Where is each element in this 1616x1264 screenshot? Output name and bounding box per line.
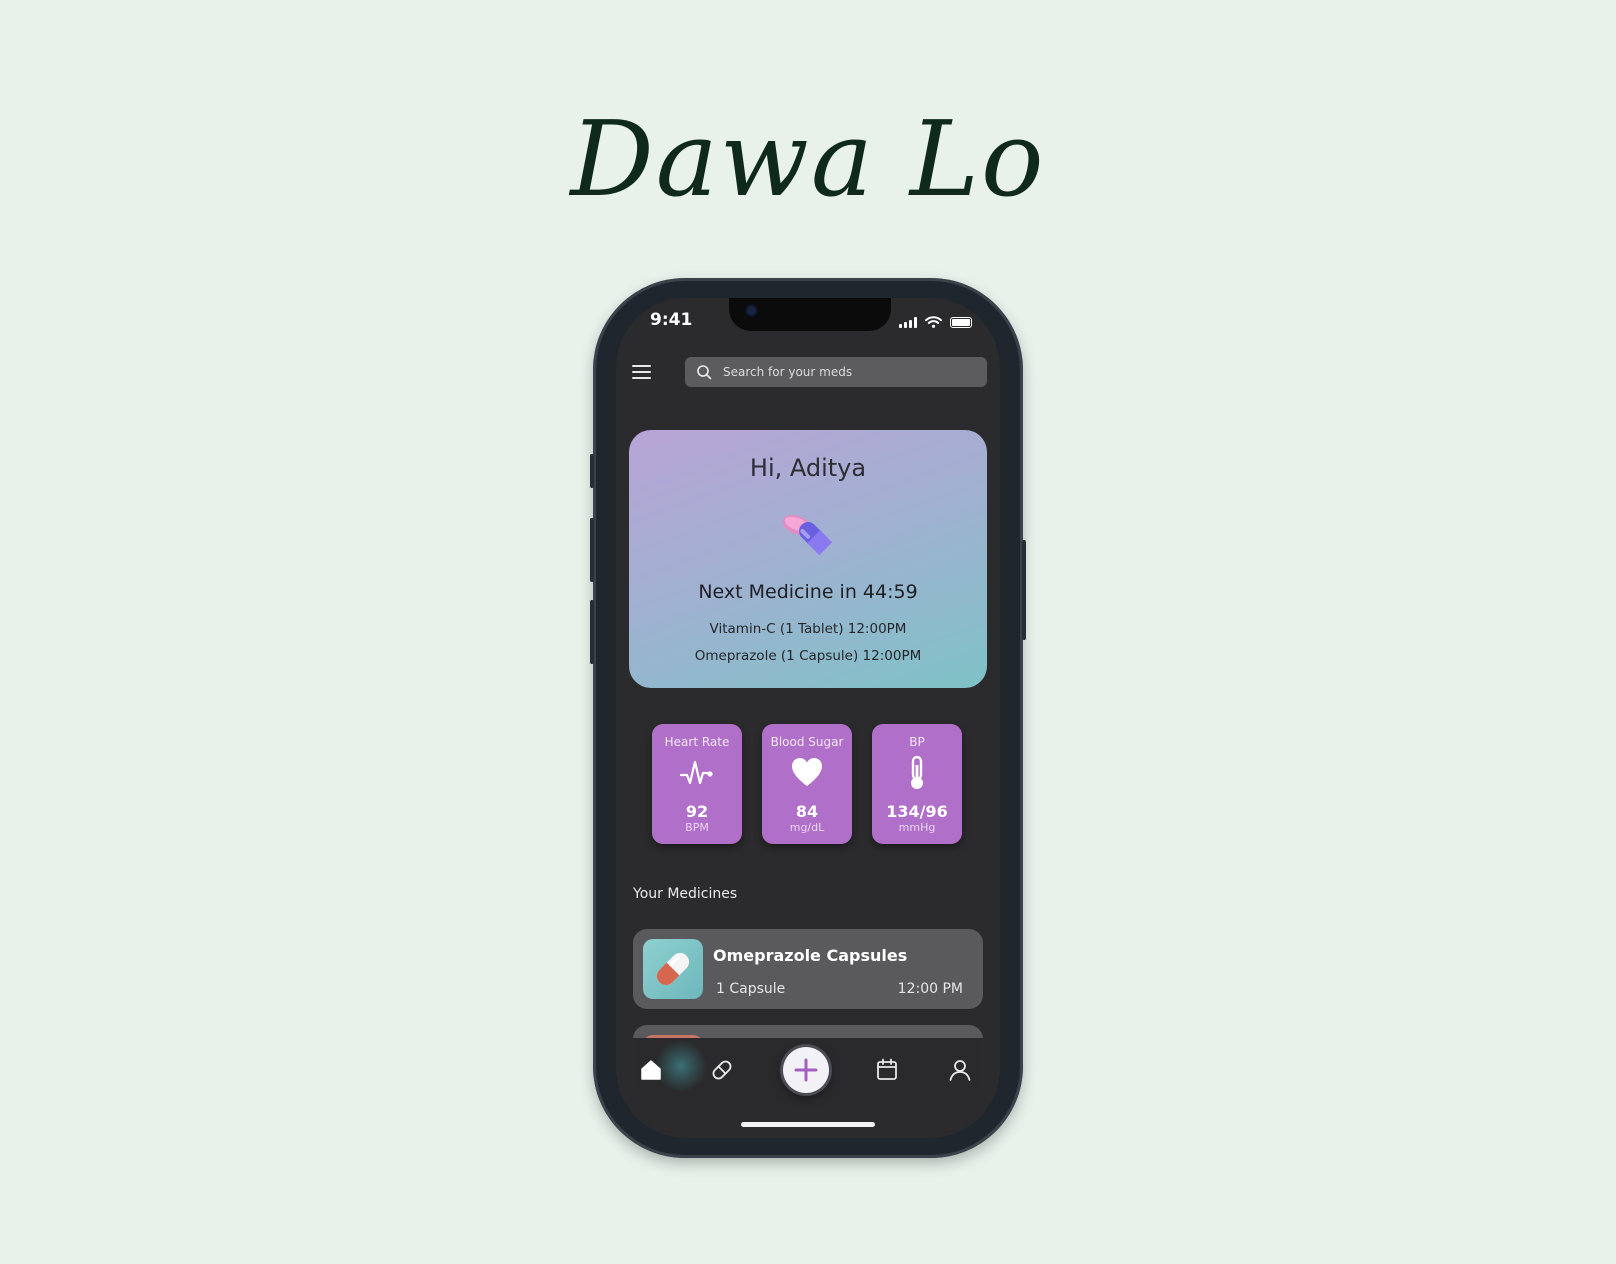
thermometer-icon bbox=[911, 756, 923, 789]
volume-down-button bbox=[590, 600, 594, 664]
wifi-icon bbox=[925, 316, 942, 328]
vital-title: Heart Rate bbox=[664, 735, 730, 749]
vital-title: BP bbox=[909, 735, 925, 749]
vital-unit: BPM bbox=[685, 821, 709, 834]
heart-icon bbox=[792, 758, 822, 786]
status-icons bbox=[899, 316, 972, 328]
battery-icon bbox=[950, 317, 972, 328]
greeting: Hi, Aditya bbox=[749, 454, 867, 482]
home-indicator[interactable] bbox=[741, 1122, 875, 1127]
profile-icon[interactable] bbox=[946, 1056, 974, 1084]
section-title-your-medicines: Your Medicines bbox=[633, 886, 738, 902]
hamburger-menu-icon[interactable] bbox=[632, 365, 651, 381]
phone-frame: 9:41 Hi, Aditya bbox=[590, 278, 1026, 1158]
phone-screen: 9:41 Hi, Aditya bbox=[616, 298, 1000, 1138]
mute-switch bbox=[590, 454, 594, 488]
upcoming-medicine: Vitamin-C (1 Tablet) 12:00PM bbox=[709, 621, 907, 637]
notch bbox=[729, 298, 891, 331]
pill-icon[interactable] bbox=[708, 1056, 736, 1084]
heart-rate-icon bbox=[680, 760, 713, 785]
pills-illustration-icon bbox=[782, 515, 833, 556]
capsule-icon bbox=[656, 952, 690, 986]
next-medicine-countdown: Next Medicine in 44:59 bbox=[698, 581, 918, 603]
vital-unit: mmHg bbox=[898, 821, 936, 834]
capsule-thumbnail bbox=[643, 939, 703, 999]
next-medicine-card[interactable]: Hi, Aditya Next Medicine in 44:59 Vitami… bbox=[629, 430, 987, 688]
medicine-name: Omeprazole Capsules bbox=[713, 946, 908, 965]
search-input[interactable] bbox=[721, 364, 975, 380]
medicine-time: 12:00 PM bbox=[897, 981, 963, 997]
bottom-nav-bar bbox=[633, 1038, 983, 1104]
vital-value: 134/96 bbox=[886, 802, 948, 821]
add-icon bbox=[794, 1058, 818, 1082]
vital-value: 92 bbox=[685, 802, 709, 821]
medicine-list-item[interactable]: Omeprazole Capsules 1 Capsule 12:00 PM bbox=[633, 929, 983, 1009]
calendar-icon[interactable] bbox=[873, 1056, 901, 1084]
volume-up-button bbox=[590, 518, 594, 582]
search-bar[interactable] bbox=[685, 357, 987, 387]
upcoming-medicine: Omeprazole (1 Capsule) 12:00PM bbox=[694, 648, 922, 664]
cellular-signal-icon bbox=[899, 317, 917, 328]
vital-card-bp[interactable]: BP 134/96 mmHg bbox=[872, 724, 962, 844]
power-button bbox=[1022, 540, 1026, 640]
search-icon bbox=[697, 365, 712, 380]
vital-card-blood-sugar[interactable]: Blood Sugar 84 mg/dL bbox=[762, 724, 852, 844]
vitals-row: Heart Rate 92 BPM Blood Sugar 84 mg/dL B… bbox=[652, 724, 962, 844]
camera-icon bbox=[747, 306, 756, 315]
vital-value: 84 bbox=[795, 802, 819, 821]
vital-title: Blood Sugar bbox=[770, 735, 844, 749]
status-time: 9:41 bbox=[650, 310, 693, 330]
home-icon[interactable] bbox=[637, 1056, 665, 1084]
add-medicine-button[interactable] bbox=[783, 1047, 829, 1093]
app-logo-title: Dawa Lo bbox=[570, 98, 1046, 220]
medicine-dose: 1 Capsule bbox=[716, 981, 786, 997]
vital-card-heart-rate[interactable]: Heart Rate 92 BPM bbox=[652, 724, 742, 844]
vital-unit: mg/dL bbox=[789, 821, 825, 834]
